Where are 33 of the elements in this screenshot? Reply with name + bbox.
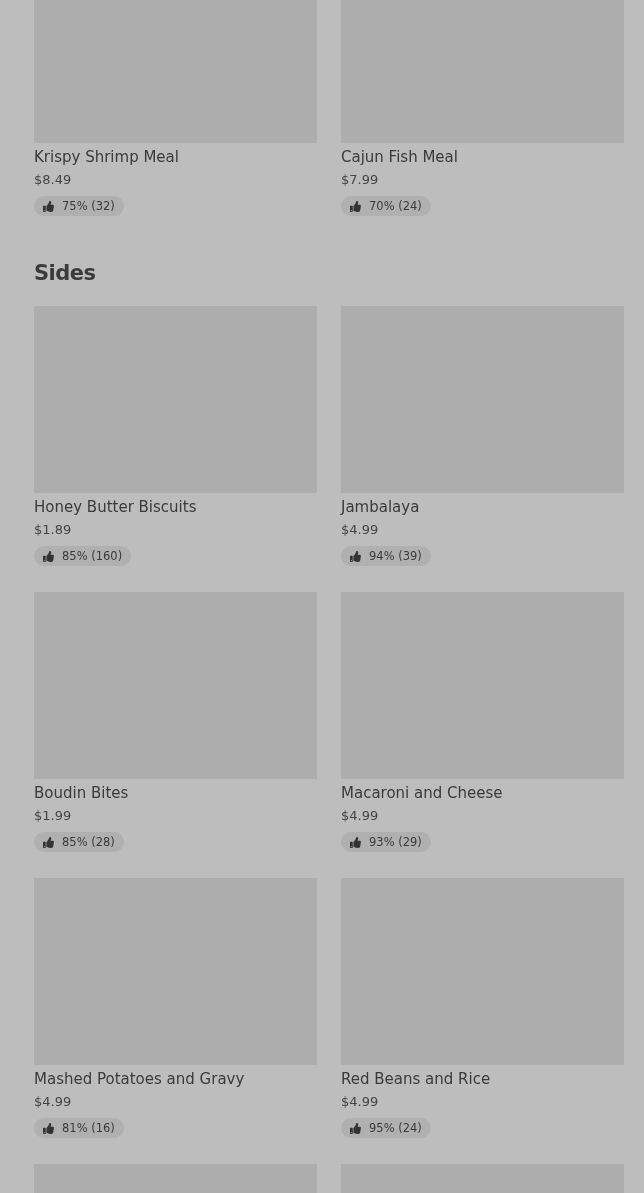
rating-text: 93% (29) <box>369 835 422 849</box>
rating-text: 75% (32) <box>62 199 115 213</box>
section-heading: Sides <box>34 260 97 287</box>
thumbs-up-icon <box>43 200 54 212</box>
item-name: Cajun Fish Meal <box>341 147 458 167</box>
item-price: $7.99 <box>341 171 379 189</box>
rating-text: 95% (24) <box>369 1121 422 1135</box>
item-name: Krispy Shrimp Meal <box>34 147 179 167</box>
item-name: Boudin Bites <box>34 783 129 803</box>
item-price: $8.49 <box>34 171 72 189</box>
thumbs-up-icon <box>350 550 361 562</box>
thumbs-up-icon <box>43 836 54 848</box>
item-price: $4.99 <box>34 1093 72 1111</box>
item-name: Red Beans and Rice <box>341 1069 491 1089</box>
item-price: $4.99 <box>341 521 379 539</box>
thumbs-up-icon <box>43 550 54 562</box>
item-price: $1.99 <box>34 807 72 825</box>
item-name: Honey Butter Biscuits <box>34 497 197 517</box>
item-price: $1.89 <box>34 521 72 539</box>
item-name: Macaroni and Cheese <box>341 783 503 803</box>
thumbs-up-icon <box>43 1122 54 1134</box>
thumbs-up-icon <box>350 200 361 212</box>
rating-text: 85% (28) <box>62 835 115 849</box>
thumbs-up-icon <box>350 1122 361 1134</box>
item-price: $4.99 <box>341 807 379 825</box>
item-name: Jambalaya <box>341 497 420 517</box>
rating-text: 70% (24) <box>369 199 422 213</box>
item-name: Mashed Potatoes and Gravy <box>34 1069 245 1089</box>
thumbs-up-icon <box>350 836 361 848</box>
item-price: $4.99 <box>341 1093 379 1111</box>
rating-text: 85% (160) <box>62 549 123 563</box>
rating-text: 94% (39) <box>369 549 422 563</box>
rating-text: 81% (16) <box>62 1121 115 1135</box>
